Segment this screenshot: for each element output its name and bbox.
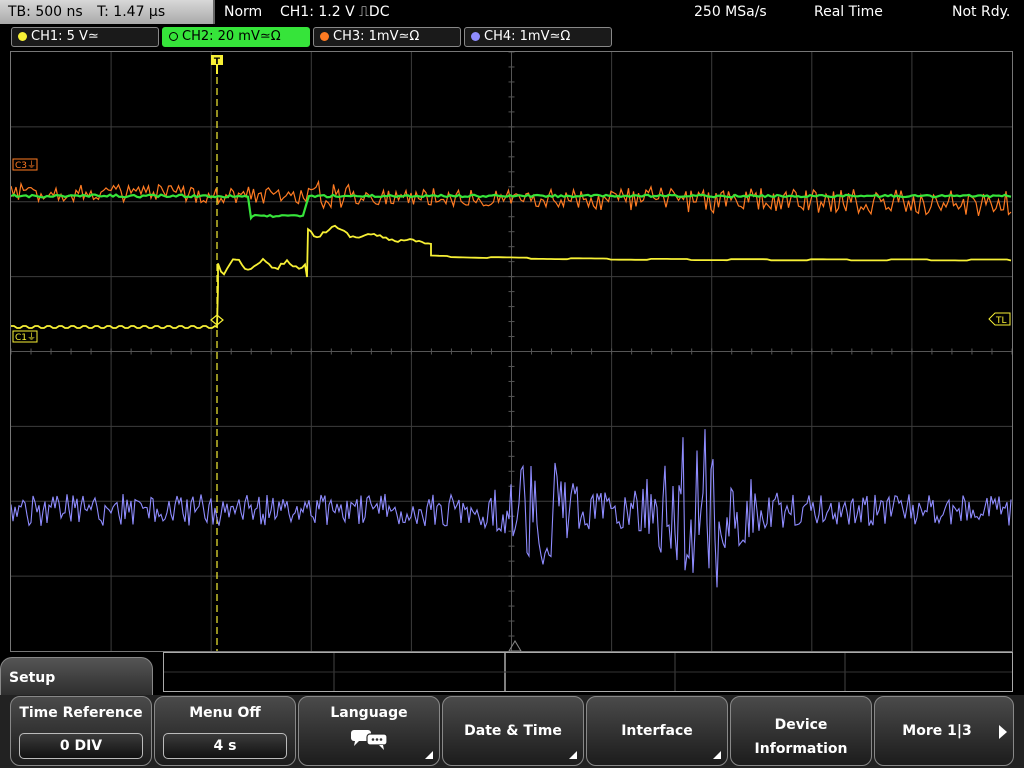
language-title: Language xyxy=(330,705,408,721)
channel-bar: CH1: 5 V≃ CH2: 20 mV≃Ω CH3: 1mV≃Ω CH4: 1… xyxy=(0,27,1024,48)
trigger-level-label: TL xyxy=(995,316,1007,326)
ch3-ground-marker[interactable]: C3⏚ xyxy=(12,158,38,171)
date-time-label: Date & Time xyxy=(464,723,562,739)
waveform-display[interactable]: T C3⏚ C1⏚ TL xyxy=(10,51,1013,652)
timebase-box[interactable]: TB: 500 ns T: 1.47 µs xyxy=(0,0,215,24)
overview-strip-canvas xyxy=(164,653,1012,691)
menu-off-value: 4 s xyxy=(163,733,287,759)
overview-strip xyxy=(163,652,1013,692)
trigger-level-marker[interactable]: TL xyxy=(988,312,1011,326)
timebase-value: TB: 500 ns xyxy=(8,4,83,20)
ch1-ground-marker[interactable]: C1⏚ xyxy=(12,330,38,343)
time-reference-title: Time Reference xyxy=(19,705,143,721)
interface-label: Interface xyxy=(621,723,693,739)
ch3-marker-label: C3⏚ xyxy=(15,160,36,171)
device-information-line-1: Device xyxy=(774,717,828,733)
status-bar: TB: 500 ns T: 1.47 µs Norm CH1: 1.2 V ⎍D… xyxy=(0,0,1024,25)
trigger-marker[interactable]: T xyxy=(211,55,223,74)
acquisition-mode: Real Time xyxy=(814,4,883,20)
waveform-canvas: T C3⏚ C1⏚ TL xyxy=(11,52,1012,651)
ch4-dot-icon xyxy=(471,32,480,41)
ch1-label: CH1: 5 V≃ xyxy=(31,29,99,44)
ch1-dot-icon xyxy=(18,32,27,41)
speech-bubbles-icon xyxy=(351,730,388,750)
channel-4-tab[interactable]: CH4: 1mV≃Ω xyxy=(464,27,612,47)
menu-title-tab: Setup xyxy=(0,657,153,697)
trigger-time-value: T: 1.47 µs xyxy=(97,4,166,20)
ch3-dot-icon xyxy=(320,32,329,41)
channel-1-tab[interactable]: CH1: 5 V≃ xyxy=(11,27,159,47)
graticule xyxy=(11,52,1012,651)
menu-title: Setup xyxy=(9,670,56,686)
ch4-label: CH4: 1mV≃Ω xyxy=(484,29,571,44)
trigger-mode[interactable]: Norm xyxy=(224,0,262,24)
time-reference-marker[interactable] xyxy=(508,640,522,651)
softkey-bar: Time Reference 0 DIV Menu Off 4 s Langua… xyxy=(0,695,1024,768)
submenu-corner-icon xyxy=(425,751,433,759)
interface-button[interactable]: Interface xyxy=(586,696,728,766)
menu-off-title: Menu Off xyxy=(189,705,261,721)
ch3-label: CH3: 1mV≃Ω xyxy=(333,29,420,44)
time-reference-value: 0 DIV xyxy=(19,733,143,759)
device-information-label: Device Information xyxy=(731,713,871,761)
more-button[interactable]: More 1|3 xyxy=(874,696,1014,766)
acquisition-state: Not Rdy. xyxy=(952,4,1011,20)
sample-rate: 250 MSa/s xyxy=(694,4,767,20)
channel-3-tab[interactable]: CH3: 1mV≃Ω xyxy=(313,27,461,47)
device-information-line-2: Information xyxy=(754,741,848,757)
ch2-label: CH2: 20 mV≃Ω xyxy=(182,29,281,44)
device-information-button[interactable]: Device Information xyxy=(730,696,872,766)
language-button[interactable]: Language xyxy=(298,696,440,766)
menu-off-button[interactable]: Menu Off 4 s xyxy=(154,696,296,766)
submenu-corner-icon xyxy=(569,751,577,759)
date-time-button[interactable]: Date & Time xyxy=(442,696,584,766)
submenu-corner-icon xyxy=(713,751,721,759)
right-arrow-icon xyxy=(999,725,1007,739)
ch1-marker-label: C1⏚ xyxy=(15,332,36,343)
ch2-dot-icon xyxy=(169,32,178,41)
time-reference-button[interactable]: Time Reference 0 DIV xyxy=(10,696,152,766)
more-label: More 1|3 xyxy=(902,723,972,739)
trigger-source[interactable]: CH1: 1.2 V ⎍DC xyxy=(280,0,389,24)
channel-2-tab[interactable]: CH2: 20 mV≃Ω xyxy=(162,27,310,47)
